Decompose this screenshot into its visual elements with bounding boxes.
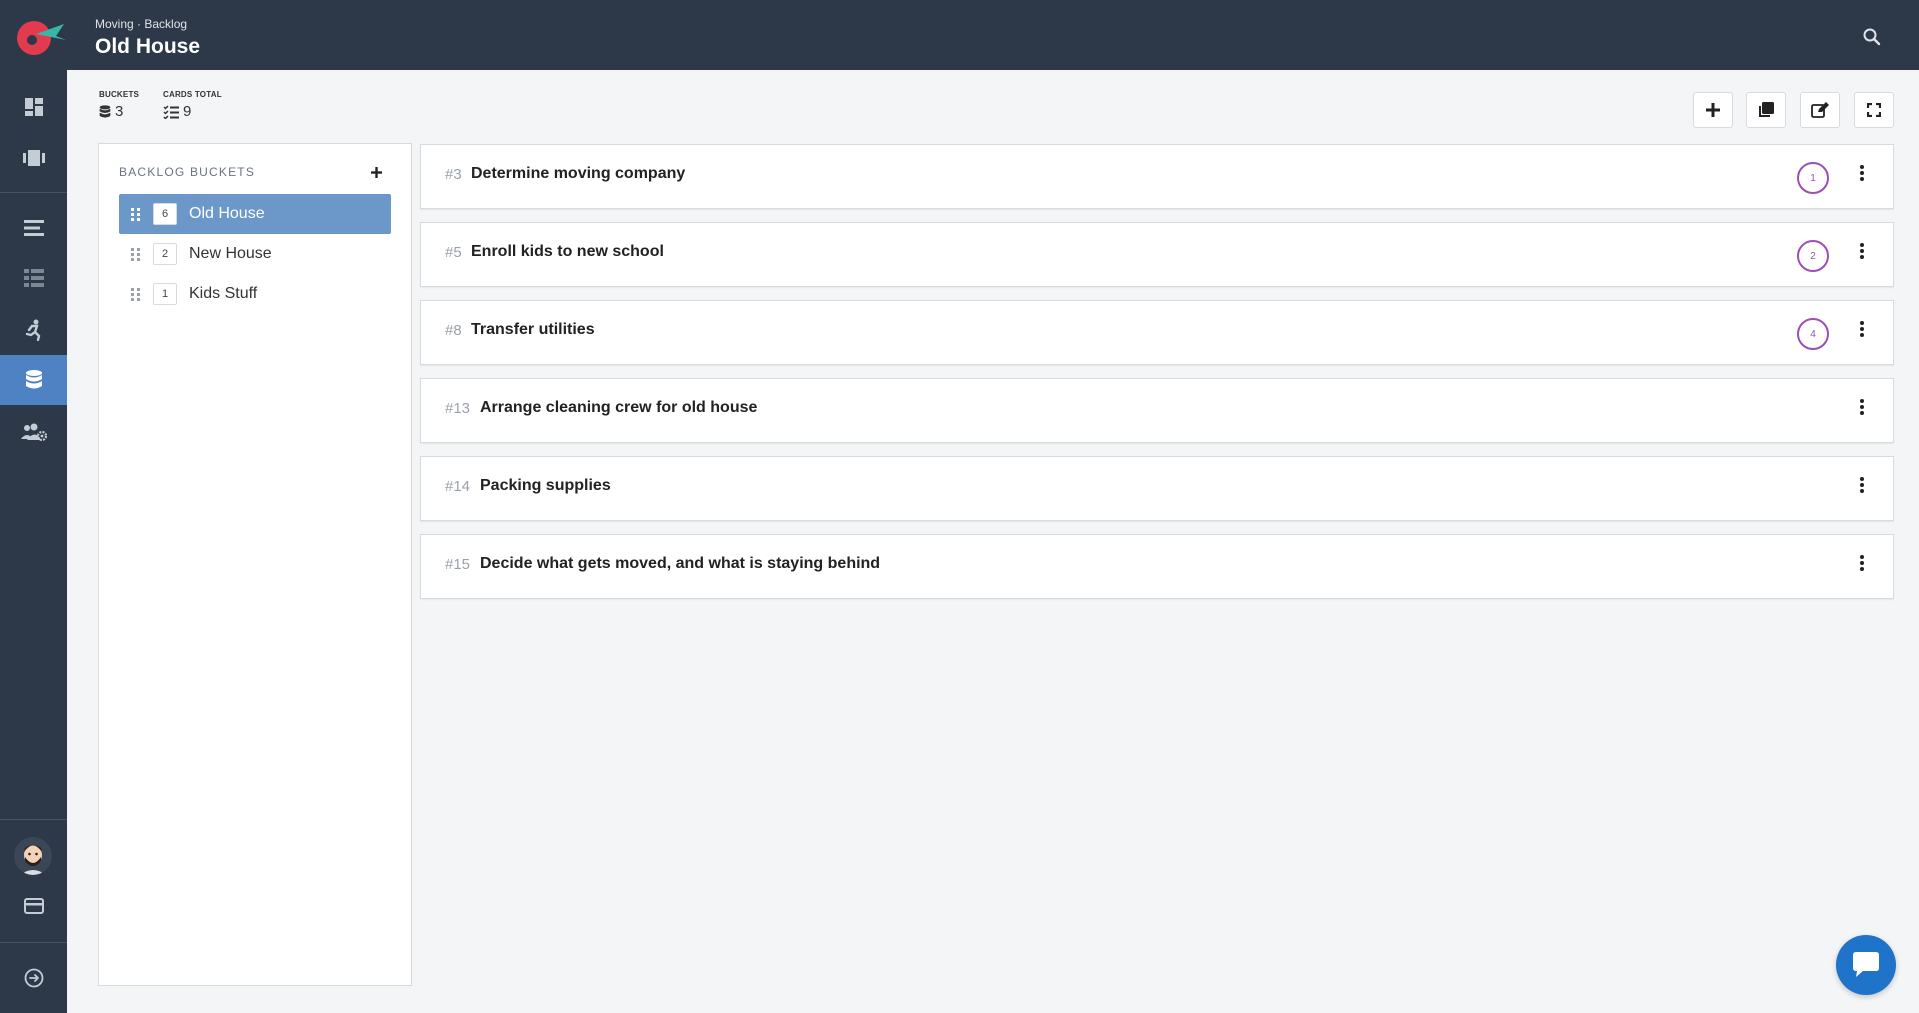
top-bar: Moving · Backlog Old House	[0, 0, 1919, 70]
nav-list[interactable]	[0, 203, 67, 253]
bucket-count-badge: 6	[153, 203, 177, 225]
billing-card-icon	[23, 898, 44, 914]
avatar-icon	[14, 837, 52, 875]
stat-buckets-value: 3	[115, 103, 124, 120]
nav-divider	[0, 819, 67, 820]
card-menu-icon[interactable]	[1855, 321, 1869, 341]
card-menu-icon[interactable]	[1855, 165, 1869, 185]
card-title[interactable]: Arrange cleaning crew for old house	[480, 399, 757, 417]
card-number: #5	[445, 244, 462, 261]
database-icon	[99, 104, 111, 118]
card-title[interactable]: Decide what gets moved, and what is stay…	[480, 555, 880, 573]
card-number: #8	[445, 322, 462, 339]
card-menu-icon[interactable]	[1855, 399, 1869, 419]
backlog-database-icon	[25, 370, 42, 389]
sidebar	[0, 70, 67, 1013]
drag-handle-icon[interactable]	[131, 207, 141, 221]
fullscreen-icon	[1867, 103, 1881, 117]
card-menu-icon[interactable]	[1855, 243, 1869, 263]
plus-icon	[370, 167, 382, 178]
edit-icon	[1811, 102, 1829, 118]
backlog-card[interactable]: #14 Packing supplies	[420, 456, 1894, 521]
card-number: #14	[445, 478, 471, 495]
bucket-name: Old House	[189, 205, 265, 222]
card-title[interactable]: Enroll kids to new school	[471, 243, 664, 261]
estimate-badge[interactable]: 4	[1797, 318, 1829, 350]
copy-button[interactable]	[1746, 92, 1786, 128]
backlog-card[interactable]: #8 Transfer utilities 4	[420, 300, 1894, 365]
nav-billing[interactable]	[0, 881, 67, 931]
nav-backlog[interactable]	[0, 355, 67, 405]
nav-divider	[0, 192, 67, 193]
nav-team-settings[interactable]	[0, 407, 67, 457]
bucket-count-badge: 2	[153, 243, 177, 265]
stat-buckets: BUCKETS 3	[99, 90, 139, 120]
bucket-item-old-house[interactable]: 6 Old House	[119, 194, 391, 234]
chat-icon	[1853, 952, 1879, 977]
add-card-button[interactable]	[1693, 92, 1733, 128]
backlog-card[interactable]: #3 Determine moving company 1	[420, 144, 1894, 209]
logout-icon	[24, 968, 43, 988]
card-title[interactable]: Packing supplies	[480, 477, 611, 495]
card-number: #15	[445, 556, 471, 573]
nav-dashboard[interactable]	[0, 82, 67, 132]
backlog-buckets-panel: BACKLOG BUCKETS 6 Old House 2 New House …	[98, 143, 412, 986]
fullscreen-button[interactable]	[1854, 92, 1894, 128]
card-title[interactable]: Determine moving company	[471, 165, 685, 183]
estimate-badge[interactable]: 2	[1797, 240, 1829, 272]
task-list-icon	[163, 104, 179, 119]
sprint-icon	[25, 319, 40, 341]
nav-logout[interactable]	[0, 953, 67, 1003]
nav-table[interactable]	[0, 253, 67, 303]
card-number: #3	[445, 166, 462, 183]
copy-icon	[1759, 102, 1774, 117]
stat-cards-label: CARDS TOTAL	[163, 90, 222, 99]
card-number: #13	[445, 400, 471, 417]
buckets-panel-title: BACKLOG BUCKETS	[119, 165, 256, 179]
stat-cards-total: CARDS TOTAL 9	[163, 90, 222, 120]
bucket-item-new-house[interactable]: 2 New House	[119, 234, 391, 274]
backlog-card[interactable]: #13 Arrange cleaning crew for old house	[420, 378, 1894, 443]
nav-board[interactable]	[0, 133, 67, 183]
bucket-name: New House	[189, 245, 272, 262]
team-settings-icon	[20, 423, 47, 441]
user-avatar[interactable]	[14, 837, 52, 875]
card-menu-icon[interactable]	[1855, 477, 1869, 497]
drag-handle-icon[interactable]	[131, 247, 141, 261]
bucket-name: Kids Stuff	[189, 285, 258, 302]
chat-button[interactable]	[1836, 935, 1896, 995]
breadcrumb[interactable]: Moving · Backlog	[95, 17, 187, 31]
stat-cards-value: 9	[183, 103, 192, 120]
page-title: Old House	[95, 35, 201, 58]
backlog-card[interactable]: #5 Enroll kids to new school 2	[420, 222, 1894, 287]
table-icon	[23, 269, 44, 287]
bucket-count-badge: 1	[153, 283, 177, 305]
nav-divider	[0, 942, 67, 943]
nav-sprint[interactable]	[0, 305, 67, 355]
edit-button[interactable]	[1800, 92, 1840, 128]
bucket-item-kids-stuff[interactable]: 1 Kids Stuff	[119, 274, 391, 314]
card-menu-icon[interactable]	[1855, 555, 1869, 575]
list-icon	[23, 220, 44, 236]
search-icon[interactable]	[1862, 27, 1882, 47]
drag-handle-icon[interactable]	[131, 287, 141, 301]
add-bucket-button[interactable]	[367, 163, 385, 181]
backlog-card[interactable]: #15 Decide what gets moved, and what is …	[420, 534, 1894, 599]
board-icon	[22, 150, 45, 166]
estimate-badge[interactable]: 1	[1797, 162, 1829, 194]
app-logo[interactable]	[14, 14, 68, 58]
card-title[interactable]: Transfer utilities	[471, 321, 595, 339]
dashboard-icon	[24, 98, 43, 116]
stat-buckets-label: BUCKETS	[99, 90, 140, 99]
plus-icon	[1706, 103, 1720, 117]
